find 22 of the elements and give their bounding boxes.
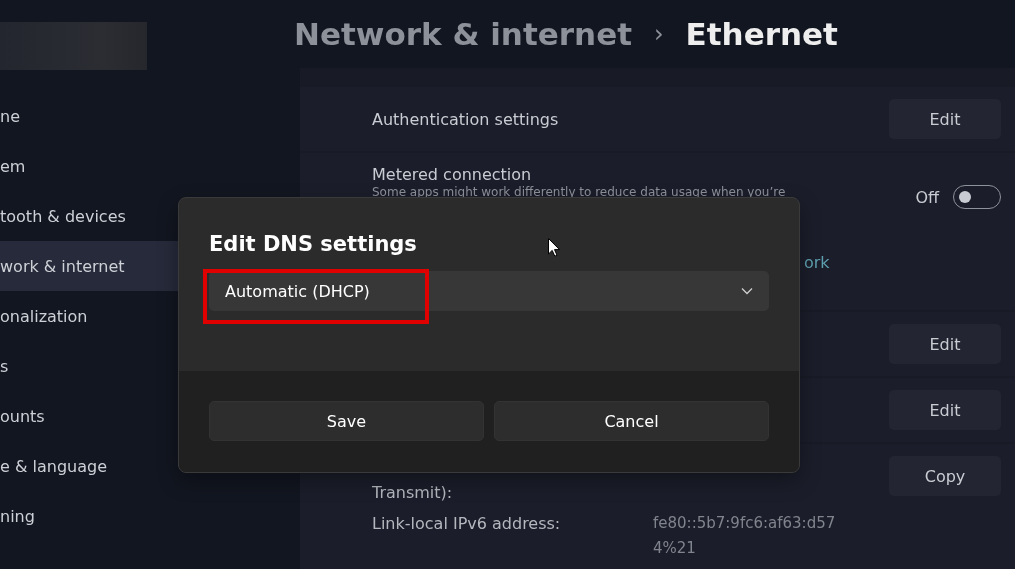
page-title: Ethernet [685,16,838,52]
setting-label: Metered connection [372,165,532,184]
sidebar-item[interactable]: ne [0,91,300,141]
sidebar-item[interactable]: ning [0,491,300,541]
breadcrumb-separator: › [654,20,664,48]
edit-button[interactable]: Edit [889,390,1001,430]
property-name: Link-local IPv6 address: [372,514,562,535]
dialog-button[interactable]: Save [209,401,484,441]
edit-button[interactable]: Edit [889,324,1001,364]
toggle-state: Off [915,187,939,207]
cursor-icon [548,238,560,257]
breadcrumb-link[interactable]: Network & internet [294,16,632,52]
setting-label: Authentication settings [372,109,559,129]
sidebar-item[interactable]: em [0,141,300,191]
copy-button[interactable]: Copy [889,456,1001,496]
dialog-button[interactable]: Cancel [494,401,769,441]
dns-dropdown[interactable]: Automatic (DHCP) [209,271,769,311]
property-value: fe80::5b7:9fc6:af63:d574%21 [653,513,837,559]
edit-button[interactable]: Edit [889,99,1001,139]
chevron-down-icon [741,287,753,295]
settings-link[interactable]: ork [804,253,830,272]
property-name: Transmit): [372,483,454,502]
